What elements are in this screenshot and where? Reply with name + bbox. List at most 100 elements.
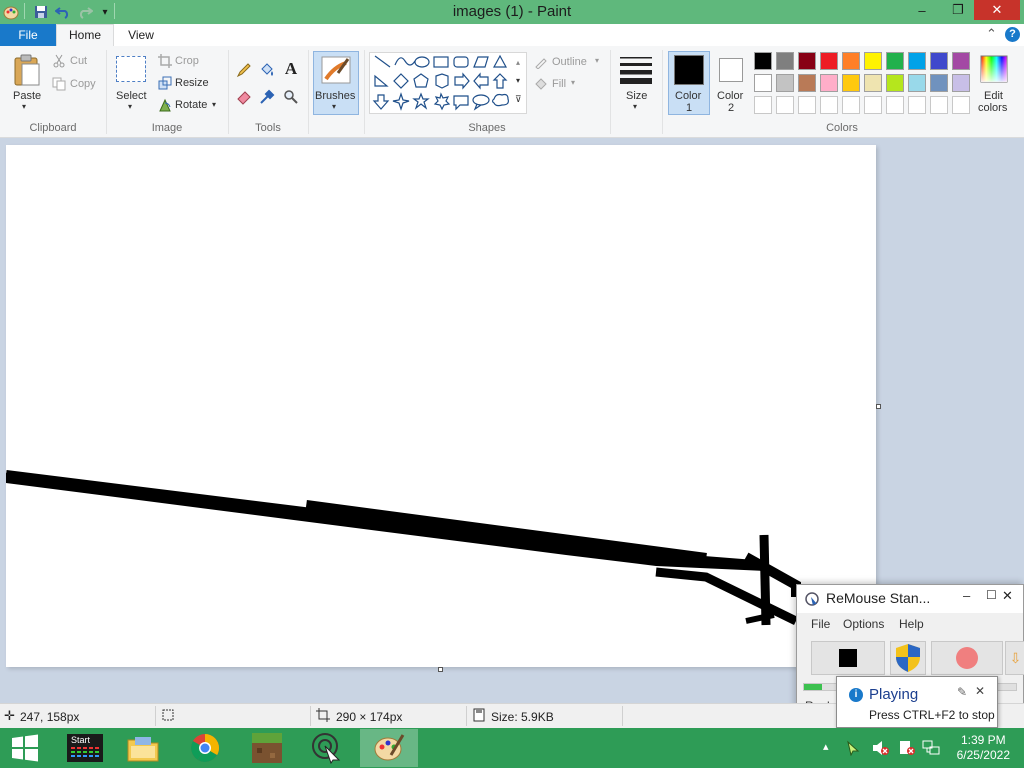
palette-swatch[interactable] [754, 52, 772, 70]
brushes-dropdown-icon[interactable]: ▾ [332, 102, 336, 111]
stop-button[interactable] [811, 641, 885, 675]
record-button[interactable] [931, 641, 1003, 675]
palette-empty-slot[interactable] [952, 96, 970, 114]
remouse-menu-help[interactable]: Help [899, 617, 924, 631]
rotate-icon[interactable] [158, 98, 172, 112]
collapse-ribbon-icon[interactable]: ⌃ [986, 26, 997, 42]
color2-swatch[interactable] [719, 58, 743, 82]
drawing-canvas[interactable] [6, 145, 876, 667]
palette-empty-slot[interactable] [864, 96, 882, 114]
palette-swatch[interactable] [798, 74, 816, 92]
palette-empty-slot[interactable] [930, 96, 948, 114]
close-button[interactable]: ✕ [974, 0, 1020, 20]
system-clock[interactable]: 1:39 PM 6/25/2022 [957, 733, 1010, 763]
copy-button[interactable]: Copy [70, 78, 96, 90]
select-icon[interactable] [116, 56, 146, 82]
remouse-menu-options[interactable]: Options [843, 617, 884, 631]
pencil-icon[interactable] [236, 62, 252, 78]
remouse-close-button[interactable]: ✕ [1002, 588, 1013, 604]
palette-swatch[interactable] [908, 52, 926, 70]
tab-view[interactable]: View [114, 24, 168, 46]
remouse-maximize-button[interactable]: ☐ [986, 588, 997, 602]
shapes-scroll-up-icon[interactable]: ▴ [516, 58, 520, 67]
palette-empty-slot[interactable] [908, 96, 926, 114]
palette-swatch[interactable] [754, 74, 772, 92]
fill-icon[interactable] [534, 77, 548, 91]
taskbar-paint[interactable] [360, 729, 418, 767]
shapes-scroll-down-icon[interactable]: ▾ [516, 76, 520, 85]
size-icon[interactable] [619, 56, 653, 84]
palette-swatch[interactable] [886, 52, 904, 70]
pin-icon[interactable]: ✎ [957, 685, 967, 699]
more-arrow-button[interactable]: ⇩ [1005, 641, 1024, 675]
remouse-menu-file[interactable]: File [811, 617, 830, 631]
rotate-dropdown-icon[interactable]: ▾ [212, 100, 216, 109]
palette-swatch[interactable] [820, 52, 838, 70]
edit-colors-icon[interactable] [979, 54, 1009, 84]
taskbar-minecraft[interactable] [238, 729, 296, 767]
fill-dropdown-icon[interactable]: ▾ [571, 78, 575, 87]
action-center-alert-icon[interactable] [898, 740, 916, 759]
taskbar-file-explorer[interactable] [114, 729, 172, 767]
palette-empty-slot[interactable] [886, 96, 904, 114]
select-button[interactable]: Select [116, 90, 147, 102]
remouse-minimize-button[interactable]: – [963, 588, 970, 603]
tab-file[interactable]: File [0, 24, 56, 46]
copy-icon[interactable] [52, 77, 66, 91]
palette-empty-slot[interactable] [754, 96, 772, 114]
resize-icon[interactable] [158, 76, 172, 90]
paste-icon[interactable] [12, 52, 42, 88]
palette-swatch[interactable] [776, 52, 794, 70]
edit-colors-line1[interactable]: Edit [984, 90, 1003, 102]
palette-swatch[interactable] [864, 52, 882, 70]
resize-handle-right[interactable] [876, 404, 881, 409]
palette-swatch[interactable] [820, 74, 838, 92]
size-dropdown-icon[interactable]: ▾ [633, 102, 637, 111]
rotate-button[interactable]: Rotate [175, 99, 207, 111]
palette-empty-slot[interactable] [820, 96, 838, 114]
palette-empty-slot[interactable] [798, 96, 816, 114]
palette-swatch[interactable] [864, 74, 882, 92]
select-dropdown-icon[interactable]: ▾ [128, 102, 132, 111]
taskbar-remouse[interactable] [298, 729, 356, 767]
shapes-gallery[interactable] [369, 52, 527, 114]
tab-home[interactable]: Home [56, 24, 114, 47]
color2-label-line2[interactable]: 2 [728, 102, 734, 114]
palette-swatch[interactable] [930, 52, 948, 70]
color2-label-line1[interactable]: Color [717, 90, 743, 102]
cut-icon[interactable] [52, 54, 66, 68]
minimize-button[interactable]: – [906, 0, 938, 20]
paste-dropdown-icon[interactable]: ▾ [22, 102, 26, 111]
outline-button[interactable]: Outline [552, 56, 587, 68]
notification-balloon[interactable]: i Playing Press CTRL+F2 to stop ✎ ✕ [836, 676, 998, 736]
edit-colors-line2[interactable]: colors [978, 102, 1007, 114]
fill-bucket-icon[interactable] [259, 62, 275, 78]
taskbar-start-app[interactable]: Start [56, 729, 114, 767]
resize-handle-bottom[interactable] [438, 667, 443, 672]
shapes-expand-icon[interactable]: ⊽ [515, 94, 522, 105]
text-tool-icon[interactable]: A [283, 59, 299, 78]
fill-button[interactable]: Fill [552, 78, 566, 90]
uac-shield-button[interactable] [890, 641, 926, 675]
palette-swatch[interactable] [798, 52, 816, 70]
outline-icon[interactable] [534, 55, 548, 69]
palette-swatch[interactable] [886, 74, 904, 92]
network-icon[interactable] [922, 740, 940, 759]
remouse-tray-icon[interactable] [846, 740, 860, 759]
palette-swatch[interactable] [952, 52, 970, 70]
palette-swatch[interactable] [776, 74, 794, 92]
crop-button[interactable]: Crop [175, 55, 199, 67]
outline-dropdown-icon[interactable]: ▾ [595, 56, 599, 65]
palette-swatch[interactable] [842, 52, 860, 70]
balloon-close-icon[interactable]: ✕ [975, 684, 985, 698]
palette-empty-slot[interactable] [776, 96, 794, 114]
palette-swatch[interactable] [930, 74, 948, 92]
size-button[interactable]: Size [626, 90, 647, 102]
magnifier-icon[interactable] [283, 89, 299, 105]
palette-empty-slot[interactable] [842, 96, 860, 114]
paste-button[interactable]: Paste [13, 90, 41, 102]
resize-button[interactable]: Resize [175, 77, 209, 89]
color-picker-icon[interactable] [259, 89, 275, 105]
eraser-icon[interactable] [236, 89, 252, 105]
show-hidden-icons-button[interactable]: ▴ [823, 740, 829, 753]
